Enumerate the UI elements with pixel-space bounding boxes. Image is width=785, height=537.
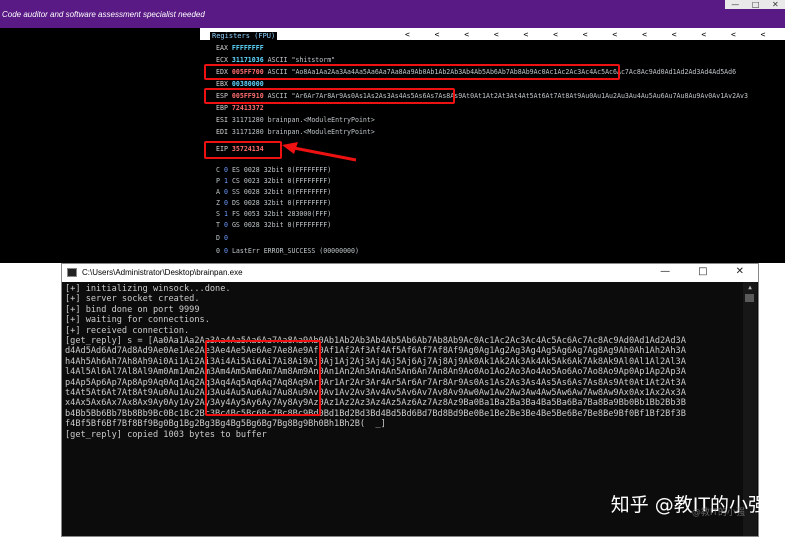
maximize-icon[interactable]: □ (752, 0, 760, 9)
registers-title: Registers (FPU) (210, 32, 278, 40)
register-scroll-arrows[interactable]: < < < < < < < < < < < < < < < < < < < (405, 30, 785, 39)
minimize-icon[interactable]: — (731, 0, 739, 9)
console-app-icon (67, 268, 77, 277)
console-titlebar[interactable]: C:\Users\Administrator\Desktop\brainpan.… (62, 264, 758, 282)
console-line: h4Ah5Ah6Ah7Ah8Ah9Ai0Ai1Ai2Ai3Ai4Ai5Ai6Ai… (65, 356, 686, 367)
browser-banner: Code auditor and software assessment spe… (0, 0, 785, 28)
console-line: x4Ax5Ax6Ax7Ax8Ax9Ay0Ay1Ay2Ay3Ay4Ay5Ay6Ay… (65, 398, 686, 409)
debugger-cpu-pane (0, 28, 200, 263)
flag-row-a[interactable]: A 0 SS 0028 32bit 0(FFFFFFFF) (216, 188, 331, 196)
banner-title: Code auditor and software assessment spe… (2, 10, 205, 19)
console-line: [+] bind done on port 9999 (65, 304, 200, 315)
console-line: f4Bf5Bf6Bf7Bf8Bf9Bg0Bg1Bg2Bg3Bg4Bg5Bg6Bg… (65, 419, 386, 430)
edx-highlight-box (204, 64, 620, 80)
flag-row-s[interactable]: S 1 FS 0053 32bit 283000(FFF) (216, 210, 331, 218)
maximize-icon[interactable]: □ (698, 266, 707, 277)
console-line: t4At5At6At7At8At9Au0Au1Au2Au3Au4Au5Au6Au… (65, 388, 686, 399)
esp-highlight-box (204, 88, 455, 104)
console-line: [get_reply] s = [Aa0Aa1Aa2Aa3Aa4Aa5Aa6Aa… (65, 336, 686, 347)
console-line: l4Al5Al6Al7Al8Al9Am0Am1Am2Am3Am4Am5Am6Am… (65, 367, 686, 378)
console-line: [+] waiting for connections. (65, 315, 210, 326)
register-esi[interactable]: ESI 31171280 brainpan.<ModuleEntryPoint> (216, 116, 375, 124)
minimize-icon[interactable]: — (660, 266, 670, 277)
console-line: [+] received connection. (65, 325, 190, 336)
eip-highlight-box (204, 141, 282, 159)
register-edi[interactable]: EDI 31171280 brainpan.<ModuleEntryPoint> (216, 128, 375, 136)
console-window-controls: — □ ✕ (660, 266, 744, 277)
banner-window-controls: — □ ✕ (725, 0, 785, 9)
console-line: d4Ad5Ad6Ad7Ad8Ad9Ae0Ae1Ae2Ae3Ae4Ae5Ae6Ae… (65, 346, 686, 357)
scroll-thumb[interactable] (745, 294, 754, 302)
flag-row-p[interactable]: P 1 CS 0023 32bit 0(FFFFFFFF) (216, 177, 331, 185)
flag-row-t[interactable]: T 0 GS 0028 32bit 0(FFFFFFFF) (216, 221, 331, 229)
console-line: [+] initializing winsock...done. (65, 284, 231, 294)
console-line: b4Bb5Bb6Bb7Bb8Bb9Bc0Bc1Bc2Bc3Bc4Bc5Bc6Bc… (65, 408, 686, 419)
close-icon[interactable]: ✕ (772, 0, 779, 9)
register-ecx[interactable]: ECX 31171036 ASCII "shitstorm" (216, 56, 335, 64)
flag-row-o[interactable]: 0 0 LastErr ERROR_SUCCESS (00000000) (216, 247, 359, 255)
watermark-sub: @教IT的小强 (691, 508, 745, 518)
flag-row-d[interactable]: D 0 (216, 234, 228, 242)
register-ebp[interactable]: EBP 72413372 (216, 104, 264, 112)
register-eax[interactable]: EAX FFFFFFFF (216, 44, 264, 52)
close-icon[interactable]: ✕ (736, 266, 744, 277)
register-ebx[interactable]: EBX 00380000 (216, 80, 264, 88)
console-line: [+] server socket created. (65, 294, 200, 305)
console-window-title: C:\Users\Administrator\Desktop\brainpan.… (82, 268, 243, 277)
console-line: p4Ap5Ap6Ap7Ap8Ap9Aq0Aq1Aq2Aq3Aq4Aq5Aq6Aq… (65, 377, 686, 388)
pattern-highlight-box (205, 340, 321, 416)
scroll-up-icon[interactable]: ▲ (743, 284, 757, 291)
red-arrow-icon (282, 142, 357, 162)
flag-row-z[interactable]: Z 0 DS 0028 32bit 0(FFFFFFFF) (216, 199, 331, 207)
console-line: [get_reply] copied 1003 bytes to buffer (65, 429, 267, 440)
registers-panel[interactable]: Registers (FPU) < < < < < < < < < < < < … (200, 28, 785, 263)
